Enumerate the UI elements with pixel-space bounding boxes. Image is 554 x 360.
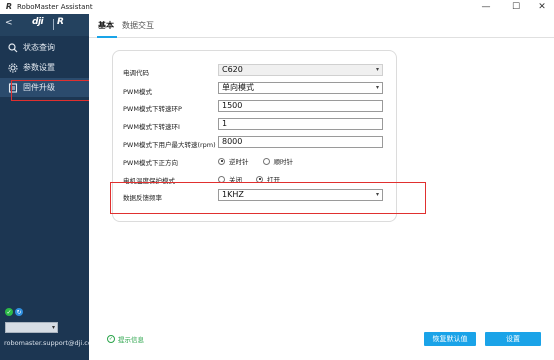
radio-ccw[interactable]: 逆时针 (218, 156, 249, 166)
device-select[interactable]: ▾ (5, 322, 58, 333)
pwm-mode-label: PWM模式 (123, 88, 152, 96)
chevron-down-icon: ▾ (375, 66, 379, 73)
chevron-down-icon: ▾ (51, 324, 55, 331)
active-tab-indicator (97, 36, 117, 38)
sidebar-header: < dji R (0, 14, 89, 36)
radio-button[interactable] (218, 157, 225, 165)
sidebar: < dji R 状态查询 参数设置 固件升级 ✓ ↻ ▾ robomaster.… (0, 14, 98, 360)
esc-code-label: 电调代码 (123, 69, 149, 77)
restore-defaults-button[interactable]: 恢复默认值 (424, 332, 476, 346)
tab-bar: 基本 数据交互 (89, 14, 554, 38)
apply-settings-button[interactable]: 设置 (485, 332, 541, 346)
connection-status: ✓ ↻ (5, 308, 23, 316)
pwm-p-input[interactable]: 1500 (218, 100, 383, 112)
radio-cw[interactable]: 顺时针 (262, 156, 293, 166)
pwm-direction-label: PWM模式下正方向 (123, 159, 178, 167)
sidebar-item-status[interactable]: 状态查询 (0, 38, 89, 57)
sidebar-item-label: 参数设置 (23, 63, 55, 72)
support-email: robomaster.support@dji.com (4, 339, 99, 347)
pwm-direction-radios: 逆时针 顺时针 (218, 156, 307, 166)
pwm-i-label: PWM模式下转速环I (123, 123, 180, 131)
minimize-icon[interactable]: — (472, 0, 500, 14)
back-icon[interactable]: < (5, 18, 13, 28)
check-icon: ✓ (5, 308, 13, 316)
gear-icon (7, 62, 18, 73)
radio-button[interactable] (262, 157, 270, 165)
pwm-mode-select[interactable]: 单向模式 ▾ (218, 82, 383, 94)
hint-message: ✓ 提示信息 (107, 335, 144, 344)
tab-data-interaction[interactable]: 数据交互 (122, 20, 154, 31)
close-icon[interactable]: ✕ (528, 0, 554, 14)
check-icon: ✓ (107, 335, 115, 343)
sidebar-item-label: 状态查询 (23, 43, 55, 52)
robomaster-logo: R (57, 17, 64, 27)
status-icon (7, 42, 18, 53)
tab-basic[interactable]: 基本 (98, 20, 114, 31)
maximize-icon[interactable]: ☐ (502, 0, 530, 14)
title-bar: R RoboMaster Assistant — ☐ ✕ (0, 0, 554, 14)
chevron-down-icon: ▾ (375, 84, 379, 91)
sidebar-item-settings[interactable]: 参数设置 (0, 58, 89, 77)
dji-logo: dji (32, 17, 44, 27)
app-logo: R (5, 2, 13, 11)
pwm-i-input[interactable]: 1 (218, 118, 383, 130)
window-title: RoboMaster Assistant (17, 3, 93, 11)
logo-divider (53, 19, 54, 30)
pwm-max-speed-label: PWM模式下用户最大转速(rpm) (123, 141, 216, 149)
highlight-box (110, 182, 426, 214)
pwm-max-speed-input[interactable]: 8000 (218, 136, 383, 148)
pwm-p-label: PWM模式下转速环P (123, 105, 182, 113)
esc-code-select: C620 ▾ (218, 64, 383, 76)
sync-icon: ↻ (15, 308, 23, 316)
